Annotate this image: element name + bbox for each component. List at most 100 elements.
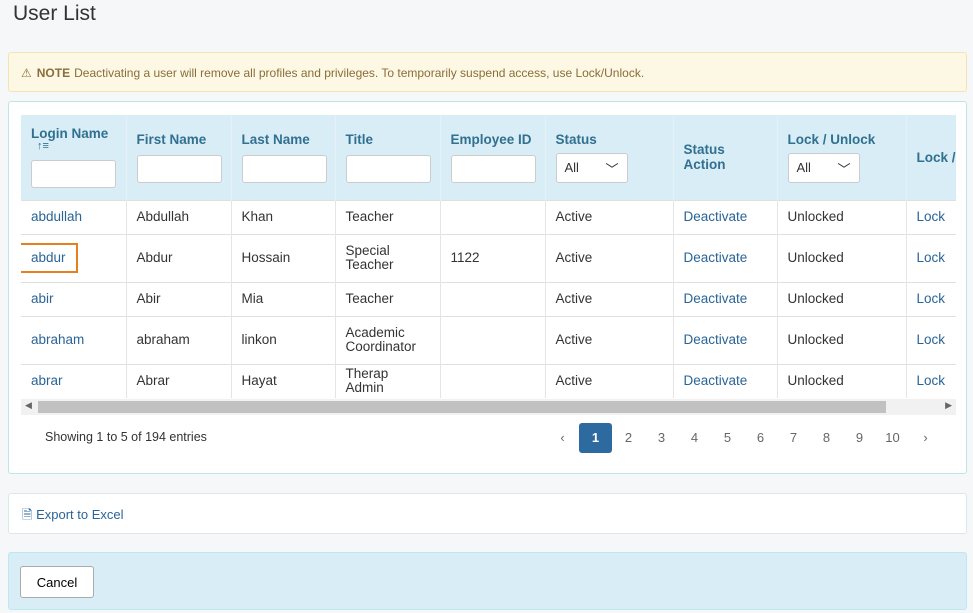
column-header-status: Status All ﹀: [545, 115, 674, 200]
lock-action-link[interactable]: Lock: [917, 373, 946, 388]
cell-title: Teacher: [345, 209, 394, 224]
cell-lock-unlock: Unlocked: [787, 209, 844, 224]
login-name-filter-input[interactable]: [31, 160, 116, 189]
column-header-login-name[interactable]: Login Name ↑≡: [21, 115, 127, 200]
login-name-link[interactable]: abrar: [31, 373, 63, 388]
cell-first-name: abraham: [136, 332, 190, 347]
status-filter-select[interactable]: All ﹀: [555, 152, 628, 183]
cell-title: Academic Coordinator: [345, 325, 417, 354]
chevron-down-icon: ﹀: [837, 161, 851, 177]
lock-action-link[interactable]: Lock: [917, 209, 946, 224]
cell-lock-unlock: Unlocked: [787, 250, 844, 265]
page-1-button[interactable]: 1: [579, 423, 612, 453]
lock-action-link[interactable]: Lock: [917, 291, 946, 306]
login-name-link[interactable]: abraham: [31, 332, 84, 347]
warning-icon: ⚠: [21, 66, 32, 80]
excel-file-icon[interactable]: 🗎: [22, 507, 32, 522]
table-row: abdullah Abdullah Khan Teacher Active Deactiv…: [21, 199, 956, 234]
chevron-down-icon: ﹀: [605, 161, 619, 177]
page-10-button[interactable]: 10: [876, 423, 909, 453]
select-value: All: [564, 159, 579, 175]
page-7-button[interactable]: 7: [777, 423, 810, 453]
scroll-right-icon[interactable]: ▶: [945, 400, 952, 411]
table-row: abrar Abrar Hayat Therap Admin Active Deactiv…: [21, 363, 956, 398]
page-8-button[interactable]: 8: [810, 423, 843, 453]
status-action-link[interactable]: Deactivate: [684, 291, 748, 306]
status-action-link[interactable]: Deactivate: [684, 209, 748, 224]
note-alert: ⚠ NOTE Deactivating a user will remove all…: [8, 52, 967, 92]
cell-title: Teacher: [345, 291, 394, 306]
column-label: Last Name: [241, 131, 310, 147]
cancel-button[interactable]: Cancel: [20, 566, 94, 598]
footer-panel: Cancel: [8, 552, 967, 610]
lock-filter-select[interactable]: All ﹀: [787, 152, 860, 183]
cell-title: Therap Admin: [345, 366, 389, 396]
table-row: abraham abraham linkon Academic Coordinator…: [21, 315, 956, 364]
export-panel: 🗎 Export to Excel: [8, 493, 967, 534]
column-label: Title: [345, 131, 374, 147]
status-action-link[interactable]: Deactivate: [684, 332, 748, 347]
lock-action-link[interactable]: Lock: [917, 250, 946, 265]
page-6-button[interactable]: 6: [744, 423, 777, 453]
export-excel-link[interactable]: Export to Excel: [36, 507, 123, 522]
next-page-icon[interactable]: ›: [909, 423, 942, 453]
last-name-filter-input[interactable]: [241, 154, 327, 183]
employee-id-filter-input[interactable]: [450, 154, 536, 183]
scroll-left-icon[interactable]: ◀: [25, 400, 32, 411]
page-9-button[interactable]: 9: [843, 423, 876, 453]
cell-first-name: Abdullah: [136, 209, 190, 224]
user-table: Login Name ↑≡ First Name Last Name Title Empl…: [21, 115, 956, 398]
column-header-lock-unlock: Lock / Unlock All ﹀: [777, 115, 907, 200]
note-text: Deactivating a user will remove all prof…: [74, 66, 645, 80]
page-3-button[interactable]: 3: [645, 423, 678, 453]
column-label: Lock / Unlock: [787, 131, 876, 147]
column-label: First Name: [136, 131, 207, 147]
first-name-filter-input[interactable]: [136, 154, 222, 183]
note-label: NOTE: [36, 66, 71, 80]
cell-status: Active: [555, 373, 593, 389]
user-table-panel: Login Name ↑≡ First Name Last Name Title Empl…: [8, 101, 967, 474]
cell-lock-unlock: Unlocked: [787, 332, 844, 347]
cell-last-name: linkon: [241, 332, 277, 347]
horizontal-scrollbar[interactable]: ◀ ▶: [21, 399, 956, 415]
table-row: abir Abir Mia Teacher Active Deactivate Unlock…: [21, 281, 956, 316]
cell-status: Active: [555, 332, 593, 347]
cell-first-name: Abir: [136, 291, 161, 306]
page-title: User List: [13, 2, 96, 25]
cell-last-name: Mia: [241, 291, 264, 306]
lock-action-link[interactable]: Lock: [917, 332, 946, 347]
page-4-button[interactable]: 4: [678, 423, 711, 453]
sort-ascending-icon[interactable]: ↑≡: [37, 141, 116, 152]
cell-employee-id: 1122: [450, 250, 480, 265]
title-filter-input[interactable]: [345, 154, 431, 183]
column-label: Status Action: [683, 142, 726, 173]
cell-last-name: Hossain: [241, 250, 291, 265]
column-header-lock-action: Lock / Action: [906, 115, 956, 200]
scrollbar-thumb[interactable]: [38, 401, 886, 413]
column-label: Employee ID: [450, 131, 532, 147]
column-header-title: Title: [335, 115, 441, 200]
column-header-employee-id: Employee ID: [440, 115, 546, 200]
entries-info: Showing 1 to 5 of 194 entries: [45, 430, 207, 444]
column-label: Login Name: [31, 126, 109, 142]
cell-first-name: Abrar: [136, 373, 170, 389]
cell-status: Active: [555, 209, 593, 224]
login-name-link[interactable]: abir: [31, 291, 54, 306]
cell-status: Active: [555, 291, 593, 306]
cell-last-name: Khan: [241, 209, 274, 224]
login-name-link[interactable]: abdur: [21, 243, 78, 273]
page-2-button[interactable]: 2: [612, 423, 645, 453]
pagination: ‹ 1 2 3 4 5 6 7 8 9 10 ›: [546, 423, 942, 453]
login-name-link[interactable]: abdullah: [31, 209, 82, 224]
select-value: All: [796, 159, 811, 175]
status-action-link[interactable]: Deactivate: [684, 250, 748, 265]
column-label: Status: [555, 131, 597, 147]
column-header-status-action: Status Action: [673, 115, 778, 200]
prev-page-icon[interactable]: ‹: [546, 423, 579, 453]
cell-title: Special Teacher: [345, 243, 394, 272]
column-label: Lock / Action: [916, 149, 957, 165]
column-header-last-name: Last Name: [231, 115, 336, 200]
cell-lock-unlock: Unlocked: [787, 373, 844, 389]
status-action-link[interactable]: Deactivate: [684, 373, 748, 388]
page-5-button[interactable]: 5: [711, 423, 744, 453]
